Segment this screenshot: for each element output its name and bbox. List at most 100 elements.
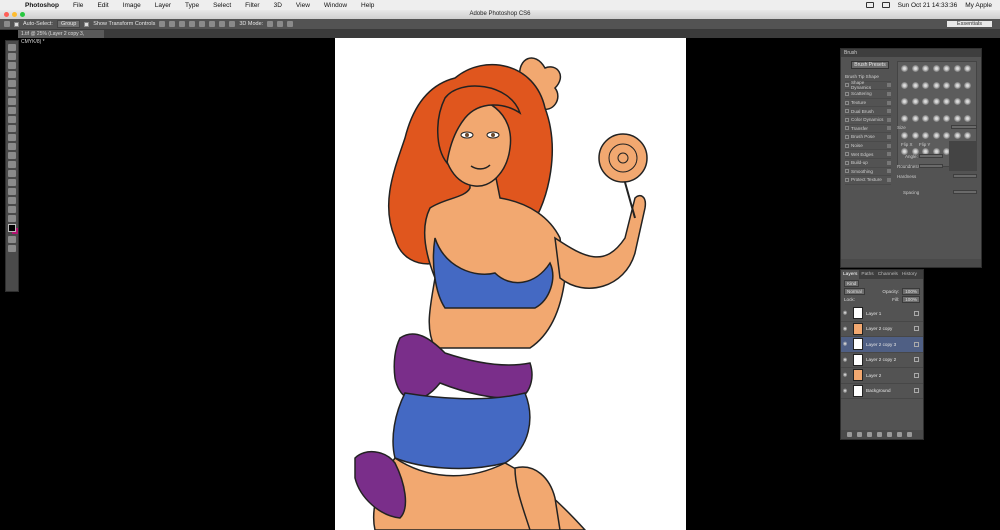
menu-filter[interactable]: Filter	[238, 2, 266, 9]
lock-icon[interactable]	[887, 169, 891, 174]
brush-option[interactable]: Protect Texture	[845, 176, 891, 185]
menu-app-name[interactable]: Photoshop	[18, 2, 66, 9]
brush-tip[interactable]	[901, 81, 908, 89]
gradient-tool-icon[interactable]	[8, 143, 16, 150]
option-checkbox[interactable]	[845, 160, 849, 165]
layer-row[interactable]: ◉ Layer 2	[841, 368, 923, 384]
menu-file[interactable]: File	[66, 2, 90, 9]
lock-icon[interactable]	[887, 126, 891, 131]
layer-style-icon[interactable]	[857, 432, 862, 437]
visibility-eye-icon[interactable]: ◉	[841, 326, 849, 332]
eraser-tool-icon[interactable]	[8, 134, 16, 141]
brush-tip[interactable]	[901, 98, 908, 106]
kind-dropdown[interactable]: Kind	[844, 279, 860, 287]
layer-row-selected[interactable]: ◉ Layer 2 copy 3	[841, 337, 923, 353]
brush-tip[interactable]	[953, 114, 961, 122]
brush-tip[interactable]	[911, 81, 919, 89]
hand-tool-icon[interactable]	[8, 206, 16, 213]
lock-icon[interactable]	[887, 152, 891, 157]
zoom-icon[interactable]	[20, 12, 25, 17]
brush-tip[interactable]	[943, 81, 951, 89]
layer-row[interactable]: ◉ Layer 2 copy	[841, 322, 923, 337]
layer-name[interactable]: Layer 1	[866, 311, 914, 316]
brush-option[interactable]: Transfer	[845, 125, 891, 134]
healing-tool-icon[interactable]	[8, 98, 16, 105]
brush-tip[interactable]	[932, 131, 940, 139]
layer-name[interactable]: Background	[866, 388, 914, 393]
option-checkbox[interactable]	[845, 177, 849, 182]
lock-icon[interactable]	[887, 109, 891, 114]
pen-tool-icon[interactable]	[8, 170, 16, 177]
brush-tool-icon[interactable]	[8, 107, 16, 114]
brush-tip[interactable]	[932, 65, 940, 72]
brush-option[interactable]: Texture	[845, 99, 891, 108]
crop-tool-icon[interactable]	[8, 80, 16, 87]
lock-icon[interactable]	[887, 143, 891, 148]
menu-type[interactable]: Type	[178, 2, 206, 9]
3d-roll-icon[interactable]	[277, 21, 284, 27]
layer-thumbnail[interactable]	[853, 307, 863, 320]
close-icon[interactable]	[4, 12, 9, 17]
option-checkbox[interactable]	[845, 100, 849, 105]
brush-presets-button[interactable]: Brush Presets	[851, 61, 889, 69]
menu-3d[interactable]: 3D	[267, 2, 289, 9]
spacing-slider[interactable]	[953, 190, 977, 194]
align-left-icon[interactable]	[189, 21, 196, 27]
brush-option[interactable]: Brush Pose	[845, 133, 891, 142]
align-middle-icon[interactable]	[169, 21, 176, 27]
blur-tool-icon[interactable]	[8, 152, 16, 159]
brush-tip[interactable]	[953, 131, 961, 139]
option-checkbox[interactable]	[845, 152, 849, 157]
screen-mode-icon[interactable]	[8, 245, 16, 252]
roundness-field[interactable]	[919, 164, 943, 168]
brush-option[interactable]: Shape Dynamics	[845, 80, 891, 90]
lasso-tool-icon[interactable]	[8, 62, 16, 69]
brush-tip[interactable]	[964, 81, 972, 89]
lock-icon[interactable]	[887, 91, 891, 96]
tab-paths[interactable]: Paths	[859, 270, 875, 279]
brush-tip[interactable]	[943, 131, 951, 139]
option-checkbox[interactable]	[845, 126, 849, 131]
distribute-2-icon[interactable]	[229, 21, 236, 27]
type-tool-icon[interactable]	[8, 179, 16, 186]
flip-y-label[interactable]: Flip Y	[919, 142, 930, 147]
layer-name[interactable]: Layer 2 copy	[866, 326, 914, 331]
brush-tip[interactable]	[911, 114, 919, 122]
menu-view[interactable]: View	[289, 2, 317, 9]
tab-history[interactable]: History	[900, 270, 919, 279]
option-checkbox[interactable]	[845, 134, 849, 139]
hardness-slider[interactable]	[953, 174, 977, 178]
brush-tip[interactable]	[932, 114, 940, 122]
clock[interactable]: Sun Oct 21 14:33:36	[898, 2, 958, 9]
stamp-tool-icon[interactable]	[8, 116, 16, 123]
brush-option[interactable]: Noise	[845, 142, 891, 151]
brush-tip[interactable]	[901, 114, 908, 122]
brush-tip[interactable]	[922, 114, 930, 122]
layer-name[interactable]: Layer 2 copy 2	[866, 357, 914, 362]
layer-row[interactable]: ◉ Layer 2 copy 2	[841, 353, 923, 368]
lock-icon[interactable]	[887, 83, 891, 88]
brush-option[interactable]: Wet Edges	[845, 150, 891, 159]
zoom-tool-icon[interactable]	[8, 215, 16, 222]
menu-select[interactable]: Select	[206, 2, 238, 9]
visibility-eye-icon[interactable]: ◉	[841, 372, 849, 378]
brush-option[interactable]: Color Dynamics	[845, 116, 891, 125]
layer-thumbnail[interactable]	[853, 384, 863, 397]
document-canvas[interactable]	[335, 38, 686, 530]
menu-edit[interactable]: Edit	[90, 2, 115, 9]
layer-row[interactable]: ◉ Layer 1	[841, 306, 923, 322]
brush-tip[interactable]	[943, 65, 951, 72]
align-top-icon[interactable]	[159, 21, 166, 27]
brush-option[interactable]: Smoothing	[845, 168, 891, 177]
option-checkbox[interactable]	[845, 109, 849, 114]
angle-field[interactable]	[919, 154, 943, 158]
distribute-icon[interactable]	[219, 21, 226, 27]
auto-select-checkbox[interactable]	[14, 21, 19, 27]
move-tool-icon[interactable]	[4, 21, 10, 27]
lock-icon[interactable]	[887, 160, 891, 165]
brush-tip[interactable]	[943, 114, 951, 122]
brush-tip[interactable]	[932, 81, 940, 89]
option-checkbox[interactable]	[845, 91, 849, 96]
brush-option[interactable]: Dual Brush	[845, 107, 891, 116]
workspace-dropdown[interactable]: Essentials	[946, 21, 992, 27]
